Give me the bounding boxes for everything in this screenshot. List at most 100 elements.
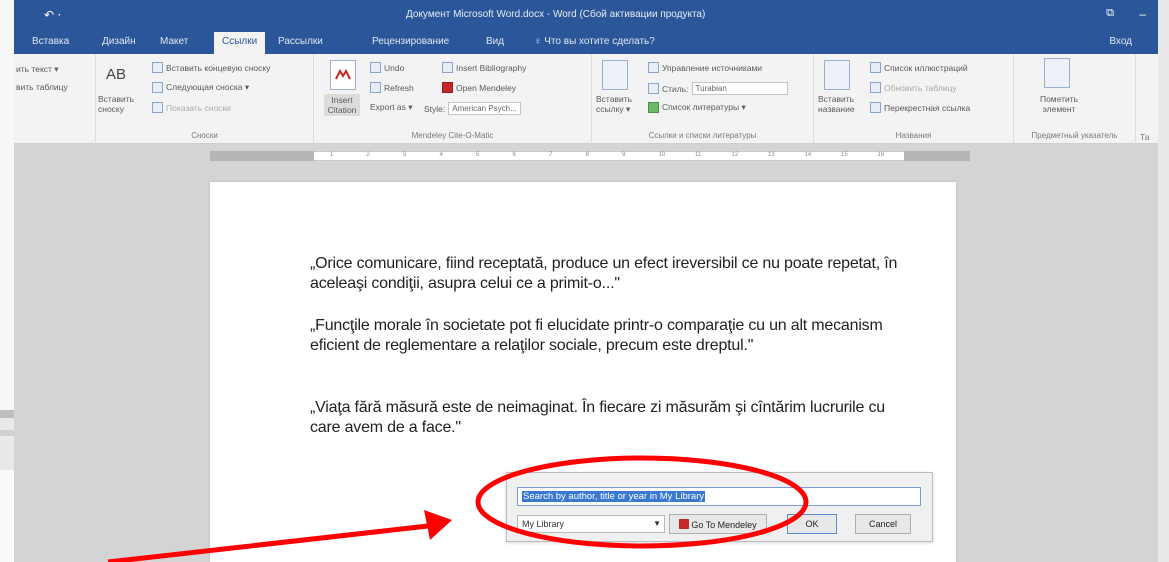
style-icon bbox=[648, 83, 659, 94]
ruler-tick-label: 13 bbox=[768, 152, 775, 158]
insert-link-button[interactable]: Вставить ссылку ▾ bbox=[596, 94, 636, 114]
export-as-button[interactable]: Export as ▾ bbox=[370, 102, 413, 113]
open-mendeley-button[interactable]: Open Mendeley bbox=[442, 82, 516, 93]
group-toc: ить текст ▾ вить таблицу bbox=[14, 54, 96, 144]
word-window: ↶ ⋅ Документ Microsoft Word.docx - Word … bbox=[14, 0, 1158, 562]
insert-caption-button[interactable]: Вставить название bbox=[818, 94, 860, 114]
bibliography-label: Список литературы ▾ bbox=[662, 102, 746, 112]
go-to-mendeley-button[interactable]: Go To Mendeley bbox=[669, 514, 767, 534]
style-selector[interactable]: Style: American Psych... bbox=[424, 102, 521, 115]
update-figures-label: Обновить таблицу bbox=[884, 82, 957, 93]
insert-bibliography-label: Insert Bibliography bbox=[456, 62, 527, 73]
bibliography-list-icon bbox=[648, 102, 659, 113]
library-select[interactable]: My Library ▼ bbox=[517, 515, 665, 533]
group-mendeley: Insert Citation Undo Refresh Export as ▾… bbox=[314, 54, 592, 144]
update-icon bbox=[870, 82, 881, 93]
show-notes-label: Показать сноски bbox=[166, 102, 231, 113]
tab-insert[interactable]: Вставка bbox=[32, 36, 69, 47]
ruler-margin-right bbox=[904, 151, 970, 161]
insert-citation-button[interactable]: Insert Citation bbox=[324, 94, 360, 116]
add-text-button[interactable]: ить текст ▾ bbox=[16, 64, 59, 75]
mendeley-icon bbox=[442, 82, 453, 93]
insert-bibliography-button[interactable]: Insert Bibliography bbox=[442, 62, 526, 73]
style-combo[interactable]: American Psych... bbox=[448, 102, 521, 115]
ruler-tick-label: 7 bbox=[549, 152, 553, 158]
insert-endnote-button[interactable]: Вставить концевую сноску bbox=[152, 62, 270, 73]
tab-layout[interactable]: Макет bbox=[160, 36, 188, 47]
mendeley-icon bbox=[679, 519, 690, 529]
paragraph-3[interactable]: „Viaţa fără măsură este de neimaginat. Î… bbox=[310, 398, 910, 437]
cross-reference-label: Перекрестная ссылка bbox=[884, 102, 971, 113]
restore-button[interactable]: ⧉ bbox=[1106, 7, 1114, 20]
quick-access-toolbar[interactable]: ↶ ⋅ bbox=[44, 8, 61, 22]
manage-sources-button[interactable]: Управление источниками bbox=[648, 62, 762, 73]
ruler-tick-label: 14 bbox=[804, 152, 812, 158]
citation-style-combo[interactable]: Turabian bbox=[691, 82, 788, 95]
cancel-button[interactable]: Cancel bbox=[855, 514, 911, 534]
sign-in-link[interactable]: Вход bbox=[1109, 36, 1132, 47]
insert-footnote-button[interactable]: Вставить сноску bbox=[98, 94, 146, 114]
ruler-tick-label: 12 bbox=[731, 152, 739, 158]
next-footnote-button[interactable]: Следующая сноска ▾ bbox=[152, 82, 249, 93]
insert-citation-icon bbox=[602, 60, 628, 90]
citation-style-selector[interactable]: Стиль: Turabian bbox=[648, 82, 788, 95]
ruler-tick-label: 10 bbox=[658, 152, 666, 158]
tab-review[interactable]: Рецензирование bbox=[372, 36, 449, 47]
ruler-tick-label: 1 bbox=[330, 152, 334, 158]
table-of-figures-button[interactable]: Список иллюстраций bbox=[870, 62, 968, 73]
ruler-tick-label: 16 bbox=[877, 152, 885, 158]
undo-label: Undo bbox=[384, 62, 405, 73]
window-title: Документ Microsoft Word.docx - Word (Сбо… bbox=[406, 9, 706, 20]
undo-icon bbox=[370, 62, 381, 73]
ruler-tick-label: 11 bbox=[695, 152, 702, 158]
horizontal-ruler[interactable]: 1 2 3 4 5 6 7 8 9 10 11 12 13 14 15 16 bbox=[14, 150, 1158, 162]
next-footnote-icon bbox=[152, 82, 163, 93]
cross-reference-button[interactable]: Перекрестная ссылка bbox=[870, 102, 970, 113]
ribbon: ить текст ▾ вить таблицу AB Вставить сно… bbox=[14, 54, 1158, 144]
tab-view[interactable]: Вид bbox=[486, 36, 504, 47]
paragraph-1[interactable]: „Orice comunicare, fiind receptată, prod… bbox=[310, 254, 910, 293]
ribbon-tabs: Вставка Дизайн Макет Ссылки Рассылки Рец… bbox=[14, 32, 1158, 54]
undo-button[interactable]: Undo bbox=[370, 62, 404, 73]
next-footnote-label: Следующая сноска ▾ bbox=[166, 82, 250, 92]
manage-sources-label: Управление источниками bbox=[662, 62, 763, 73]
refresh-button[interactable]: Refresh bbox=[370, 82, 414, 93]
ruler-track[interactable] bbox=[210, 151, 970, 161]
cross-reference-icon bbox=[870, 102, 881, 113]
group-index: Пометить элемент Предметный указатель bbox=[1014, 54, 1136, 144]
update-table-button[interactable]: вить таблицу bbox=[16, 82, 68, 92]
manage-sources-icon bbox=[648, 62, 659, 73]
table-of-figures-label: Список иллюстраций bbox=[884, 62, 968, 73]
group-label-footnotes: Сноски bbox=[191, 131, 218, 140]
go-to-mendeley-label: Go To Mendeley bbox=[691, 520, 757, 530]
citation-style-label: Стиль: bbox=[662, 83, 689, 94]
ruler-tick-label: 8 bbox=[585, 152, 589, 158]
group-label-index: Предметный указатель bbox=[1031, 131, 1118, 140]
group-label-mendeley: Mendeley Cite-O-Matic bbox=[411, 131, 494, 140]
ruler-tick-label: 6 bbox=[512, 152, 516, 158]
update-figures-button[interactable]: Обновить таблицу bbox=[870, 82, 957, 93]
group-citations: Вставить ссылку ▾ Управление источниками… bbox=[592, 54, 814, 144]
insert-footnote-icon[interactable]: AB bbox=[106, 66, 126, 83]
ruler-tick-label: 5 bbox=[476, 152, 480, 158]
tab-mailings[interactable]: Рассылки bbox=[278, 36, 323, 47]
paragraph-2[interactable]: „Funcţile morale în societate pot fi elu… bbox=[310, 316, 910, 355]
group-label-captions: Названия bbox=[895, 131, 932, 140]
ruler-tick-label: 15 bbox=[841, 152, 848, 158]
show-notes-button[interactable]: Показать сноски bbox=[152, 102, 231, 113]
citation-search-input[interactable]: Search by author, title or year in My Li… bbox=[517, 487, 921, 506]
mark-entry-button[interactable]: Пометить элемент bbox=[1034, 94, 1084, 114]
tab-references[interactable]: Ссылки bbox=[214, 32, 266, 54]
ok-button[interactable]: OK bbox=[787, 514, 837, 534]
show-notes-icon bbox=[152, 102, 163, 113]
chevron-down-icon: ▼ bbox=[653, 519, 661, 528]
ruler-tick-label: 9 bbox=[622, 152, 626, 158]
bibliography-icon bbox=[442, 62, 453, 73]
ruler-margin-left bbox=[210, 151, 314, 161]
bibliography-button[interactable]: Список литературы ▾ bbox=[648, 102, 746, 113]
refresh-label: Refresh bbox=[384, 82, 414, 93]
ruler-tick-label: 2 bbox=[366, 152, 370, 158]
tell-me-search[interactable]: ♀ Что вы хотите сделать? bbox=[534, 36, 655, 47]
tab-design[interactable]: Дизайн bbox=[102, 36, 136, 47]
minimize-button[interactable]: – bbox=[1139, 7, 1146, 21]
